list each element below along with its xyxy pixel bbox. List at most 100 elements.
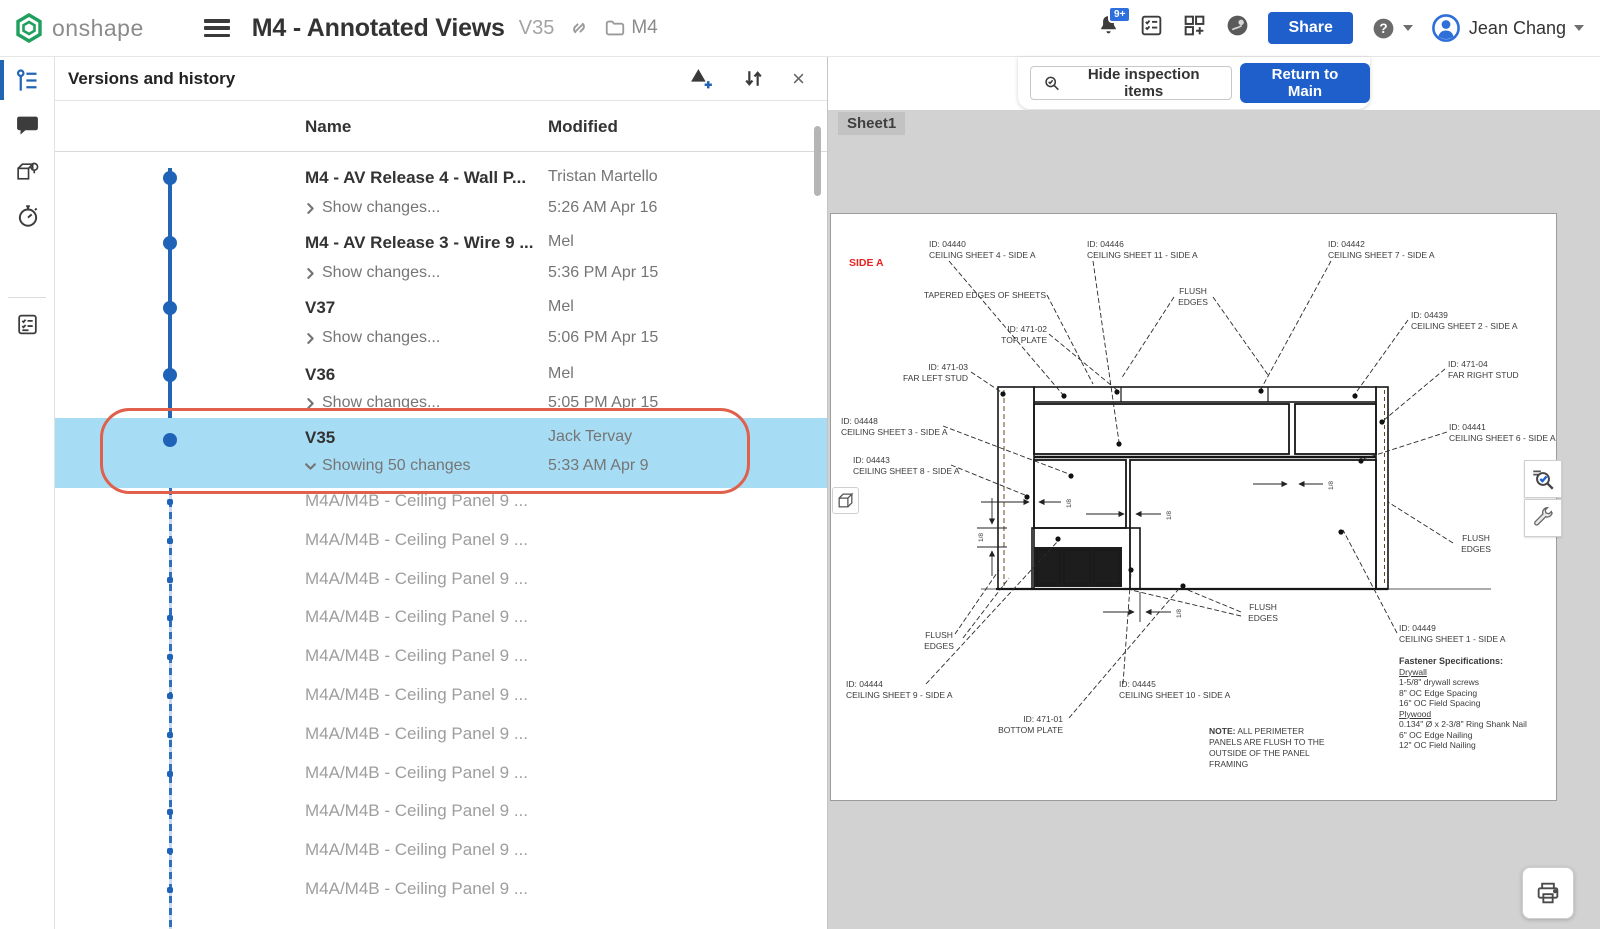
- version-name: M4 - AV Release 4 - Wall P...: [305, 168, 526, 188]
- perimeter-note: NOTE: ALL PERIMETER PANELS ARE FLUSH TO …: [1209, 726, 1339, 770]
- inspection-tool-button[interactable]: [1524, 460, 1562, 498]
- apps-button[interactable]: [1182, 13, 1207, 43]
- inspection-toolbar: Hide inspection items Return to Main: [1018, 57, 1370, 109]
- svg-text:ID: 04448: ID: 04448: [841, 416, 878, 426]
- panel-title: Versions and history: [68, 69, 235, 89]
- inspect-check-icon: [1530, 466, 1556, 492]
- svg-text:EDGES: EDGES: [1248, 613, 1278, 623]
- edit-tools-button[interactable]: [1524, 499, 1562, 537]
- svg-text:1/8: 1/8: [1166, 511, 1173, 520]
- list-item[interactable]: M4A/M4B - Ceiling Panel 9 ...: [55, 755, 827, 794]
- version-name: M4A/M4B - Ceiling Panel 9 ...: [305, 491, 528, 511]
- svg-text:FLUSH: FLUSH: [1249, 602, 1277, 612]
- showing-changes-link[interactable]: Showing 50 changes: [305, 457, 471, 475]
- versions-panel: Versions and history × Name Modified: [55, 57, 828, 929]
- help-menu[interactable]: ?: [1371, 16, 1413, 41]
- chevron-right-icon: [305, 202, 316, 215]
- list-item[interactable]: M4A/M4B - Ceiling Panel 9 ...: [55, 793, 827, 832]
- list-item[interactable]: M4A/M4B - Ceiling Panel 9 ...: [55, 832, 827, 871]
- modified-time: 5:36 PM Apr 15: [548, 264, 658, 282]
- svg-text:ID: 04440: ID: 04440: [929, 239, 966, 249]
- version-name: V36: [305, 365, 335, 385]
- view-cube-button[interactable]: [832, 487, 859, 514]
- svg-text:ID: 04444: ID: 04444: [846, 679, 883, 689]
- panel-scrollbar[interactable]: [814, 126, 821, 196]
- onshape-logo-icon: [14, 13, 44, 43]
- svg-text:ID: 04443: ID: 04443: [853, 455, 890, 465]
- app-window: onshape M4 - Annotated Views V35 M4 9+: [0, 0, 1600, 929]
- version-name: M4A/M4B - Ceiling Panel 9 ...: [305, 607, 528, 627]
- tab-where-used[interactable]: [0, 151, 55, 191]
- folder-label: M4: [631, 17, 657, 39]
- tab-activity[interactable]: [0, 196, 55, 236]
- version-name: M4A/M4B - Ceiling Panel 9 ...: [305, 801, 528, 821]
- version-list: M4 - AV Release 4 - Wall P... Show chang…: [55, 152, 827, 929]
- list-item[interactable]: M4A/M4B - Ceiling Panel 9 ...: [55, 716, 827, 755]
- list-item[interactable]: M4A/M4B - Ceiling Panel 9 ...: [55, 871, 827, 910]
- create-version-icon[interactable]: [688, 65, 715, 92]
- column-modified: Modified: [548, 117, 618, 137]
- timeline-node: [167, 809, 173, 815]
- svg-text:ID: 04441: ID: 04441: [1449, 422, 1486, 432]
- list-item[interactable]: M4A/M4B - Ceiling Panel 9 ...: [55, 522, 827, 561]
- hide-inspection-items-button[interactable]: Hide inspection items: [1030, 66, 1232, 100]
- learning-center-icon: [1225, 13, 1250, 38]
- column-header-row: Name Modified: [55, 101, 827, 152]
- side-a-label: SIDE A: [849, 257, 884, 269]
- list-item[interactable]: M4A/M4B - Ceiling Panel 9 ...: [55, 638, 827, 677]
- show-changes-link[interactable]: Show changes...: [305, 264, 440, 282]
- list-item[interactable]: M4A/M4B - Ceiling Panel 9 ...: [55, 677, 827, 716]
- avatar: [1431, 13, 1461, 43]
- chevron-right-icon: [305, 267, 316, 280]
- svg-text:ID: 471-02: ID: 471-02: [1007, 324, 1047, 334]
- copy-link-icon[interactable]: [568, 17, 590, 39]
- sheet-tab[interactable]: Sheet1: [838, 112, 905, 135]
- list-item[interactable]: M4A/M4B - Ceiling Panel 9 ...: [55, 483, 827, 522]
- show-changes-link[interactable]: Show changes...: [305, 394, 440, 412]
- print-button[interactable]: [1522, 867, 1574, 919]
- close-icon[interactable]: ×: [792, 68, 805, 90]
- return-to-main-button[interactable]: Return to Main: [1240, 63, 1370, 103]
- tasks-button[interactable]: [1139, 13, 1164, 43]
- modified-by: Mel: [548, 298, 574, 316]
- share-button[interactable]: Share: [1268, 12, 1352, 44]
- chevron-down-icon: [1574, 25, 1584, 31]
- learning-center-button[interactable]: [1225, 13, 1250, 43]
- modified-time: 5:06 PM Apr 15: [548, 329, 658, 347]
- cube-pin-icon: [14, 158, 41, 185]
- svg-text:CEILING SHEET 1 - SIDE A: CEILING SHEET 1 - SIDE A: [1399, 634, 1506, 644]
- user-menu[interactable]: Jean Chang: [1431, 13, 1584, 43]
- list-item[interactable]: M4A/M4B - Ceiling Panel 9 ...: [55, 561, 827, 600]
- timeline-node: [167, 848, 173, 854]
- notifications-button[interactable]: 9+: [1096, 13, 1121, 43]
- modified-by: Tristan Martello: [548, 168, 658, 186]
- list-item[interactable]: M4A/M4B - Ceiling Panel 9 ...: [55, 599, 827, 638]
- timeline-node: [163, 171, 177, 185]
- document-version-label[interactable]: V35: [519, 17, 555, 40]
- stopwatch-icon: [15, 203, 41, 229]
- tab-cut-list[interactable]: [0, 304, 55, 344]
- tab-comments[interactable]: [0, 105, 55, 145]
- tab-versions-history[interactable]: [0, 60, 55, 100]
- svg-text:EDGES: EDGES: [1461, 544, 1491, 554]
- show-changes-link[interactable]: Show changes...: [305, 199, 440, 217]
- comment-icon: [15, 113, 40, 138]
- document-folder[interactable]: M4: [604, 17, 657, 39]
- svg-text:EDGES: EDGES: [924, 641, 954, 651]
- cube-icon: [836, 491, 855, 510]
- onshape-logo[interactable]: onshape: [14, 13, 144, 43]
- compare-versions-icon[interactable]: [741, 66, 766, 91]
- drawing-canvas[interactable]: Sheet1: [828, 110, 1600, 929]
- logo-text: onshape: [52, 15, 144, 42]
- svg-text:ID: 04442: ID: 04442: [1328, 239, 1365, 249]
- drawing-sheet: 1/8 1/8 1/8 1/8 1/8 SIDE A ID: 04440 CEI…: [830, 213, 1557, 801]
- svg-text:ID: 04449: ID: 04449: [1399, 623, 1436, 633]
- svg-text:ID: 04445: ID: 04445: [1119, 679, 1156, 689]
- version-name: M4A/M4B - Ceiling Panel 9 ...: [305, 840, 528, 860]
- version-name: M4A/M4B - Ceiling Panel 9 ...: [305, 685, 528, 705]
- svg-text:FAR RIGHT STUD: FAR RIGHT STUD: [1448, 370, 1519, 380]
- main-menu-button[interactable]: [204, 19, 230, 37]
- show-changes-link[interactable]: Show changes...: [305, 329, 440, 347]
- svg-text:FAR LEFT STUD: FAR LEFT STUD: [903, 373, 968, 383]
- top-bar: onshape M4 - Annotated Views V35 M4 9+: [0, 0, 1600, 57]
